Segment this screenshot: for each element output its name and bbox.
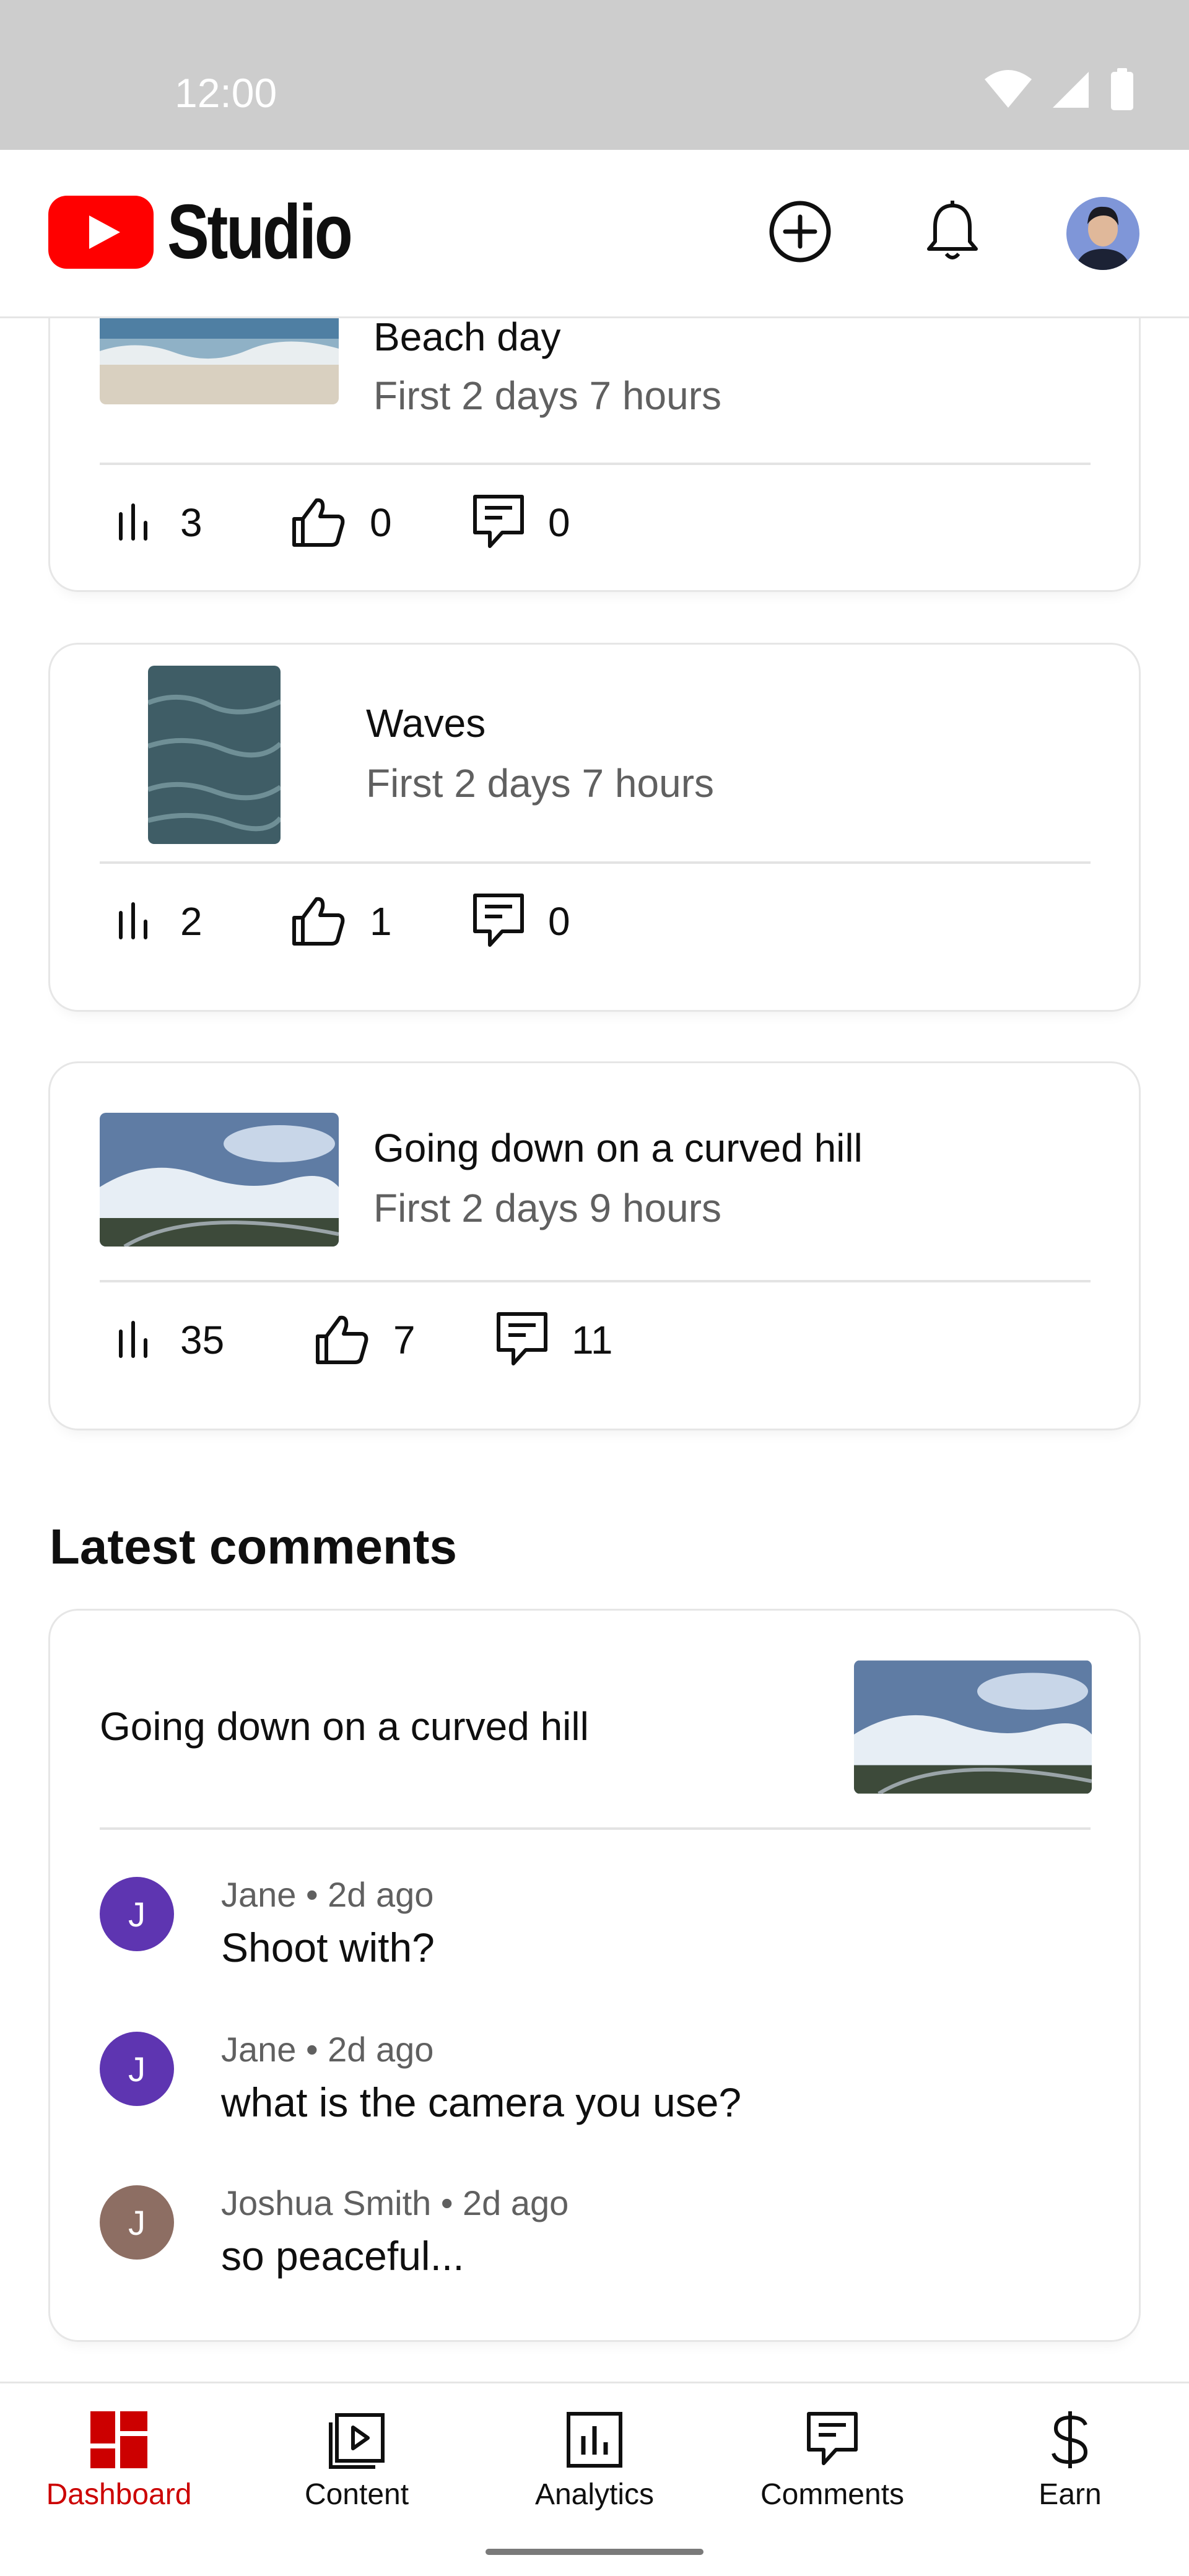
nav-label: Earn [1039,2478,1102,2511]
cellular-signal-icon [1053,72,1089,108]
wifi-icon [985,70,1032,108]
likes-count: 1 [370,899,392,944]
status-icons [983,68,1135,110]
video-card[interactable]: Beach day First 2 days 7 hours 3 0 0 [48,318,1141,592]
video-thumbnail[interactable] [100,318,339,404]
comments-icon [798,2406,866,2474]
video-card[interactable]: Waves First 2 days 7 hours 2 1 0 [48,643,1141,1012]
logo-text: Studio [167,189,353,275]
curved-hill-thumbnail-image [854,1660,1092,1794]
video-title: Beach day [373,318,561,359]
create-button[interactable] [763,194,837,269]
latest-comments-card[interactable]: Going down on a curved hill J Jane • 2d … [48,1609,1141,2342]
bottom-navigation: Dashboard Content Analytics Comments Ear… [0,2382,1189,2528]
likes-count: 0 [370,500,392,545]
video-thumbnail[interactable] [148,666,281,844]
bar-chart-icon [119,503,147,541]
views-count: 3 [180,500,203,545]
thumb-up-icon [292,498,345,547]
comment-meta: Jane • 2d ago [221,1875,434,1914]
comment-video-thumbnail[interactable] [854,1660,1092,1794]
latest-comments-heading: Latest comments [50,1519,457,1574]
comments-stat: 11 [495,1306,612,1374]
status-bar: 12:00 [0,0,1189,150]
nav-label: Dashboard [46,2478,192,2511]
video-subtitle: First 2 days 9 hours [373,1186,721,1230]
battery-icon [1111,68,1133,110]
commenter-avatar[interactable]: J [100,2032,174,2106]
thumb-up-icon [316,1315,368,1364]
beach-thumbnail-image [100,318,339,404]
video-thumbnail[interactable] [100,1113,339,1247]
notifications-button[interactable] [915,194,990,269]
card-divider [100,861,1091,864]
nav-earn[interactable]: Earn [951,2383,1189,2528]
nav-content[interactable]: Content [238,2383,476,2528]
comment-icon [473,894,524,947]
youtube-play-logo-icon [48,196,154,269]
card-divider [100,1280,1091,1282]
status-time: 12:00 [175,70,277,116]
comment-meta: Joshua Smith • 2d ago [221,2183,569,2222]
video-card[interactable]: Going down on a curved hill First 2 days… [48,1061,1141,1430]
card-divider [100,463,1091,465]
likes-count: 7 [393,1318,416,1362]
likes-stat: 7 [311,1306,416,1374]
nav-comments[interactable]: Comments [713,2383,951,2528]
analytics-icon [560,2406,629,2474]
nav-analytics[interactable]: Analytics [476,2383,713,2528]
comments-count: 0 [548,500,570,545]
youtube-studio-logo[interactable]: Studio [48,188,391,276]
comments-stat: 0 [471,489,570,557]
comment-text: so peaceful... [221,2233,464,2279]
app-header: Studio [0,150,1189,318]
earn-icon [1036,2406,1104,2474]
bar-chart-icon [119,902,147,939]
comment-icon [473,495,524,548]
views-count: 2 [180,899,203,944]
bell-icon [927,201,978,259]
comments-count: 11 [572,1318,613,1362]
comment-meta: Jane • 2d ago [221,2030,434,2069]
waves-thumbnail-image [148,666,281,844]
commenter-avatar[interactable]: J [100,2185,174,2260]
curved-hill-thumbnail-image [100,1113,339,1247]
views-stat: 3 [108,489,203,557]
nav-label: Comments [760,2478,905,2511]
comment-video-title: Going down on a curved hill [100,1704,589,1749]
video-title: Going down on a curved hill [373,1126,863,1170]
comment-icon [497,1312,547,1365]
video-subtitle: First 2 days 7 hours [366,761,714,806]
content-icon [323,2406,391,2474]
nav-label: Analytics [534,2478,655,2511]
nav-label: Content [304,2478,409,2511]
comments-count: 0 [548,899,570,944]
views-stat: 2 [108,887,203,955]
card-divider [100,1827,1091,1830]
likes-stat: 0 [288,489,392,557]
comment-text: Shoot with? [221,1925,435,1970]
app-root: 12:00 Studio Beach day First 2 days 7 ho… [0,0,1189,2576]
dashboard-content[interactable]: Beach day First 2 days 7 hours 3 0 0 Wav… [0,318,1189,2382]
add-circle-icon [769,201,831,263]
views-stat: 35 [108,1306,224,1374]
comments-stat: 0 [471,887,570,955]
video-title: Waves [366,701,486,746]
likes-stat: 1 [288,887,392,955]
profile-photo-icon [1066,197,1139,270]
dashboard-icon [85,2406,153,2474]
views-count: 35 [180,1318,225,1362]
commenter-avatar[interactable]: J [100,1877,174,1951]
account-avatar[interactable] [1066,197,1139,270]
video-subtitle: First 2 days 7 hours [373,373,721,418]
gesture-navigation-bar[interactable] [486,2549,703,2555]
bar-chart-icon [119,1321,147,1358]
thumb-up-icon [292,897,345,946]
nav-dashboard[interactable]: Dashboard [0,2383,238,2528]
comment-text: what is the camera you use? [221,2079,742,2125]
